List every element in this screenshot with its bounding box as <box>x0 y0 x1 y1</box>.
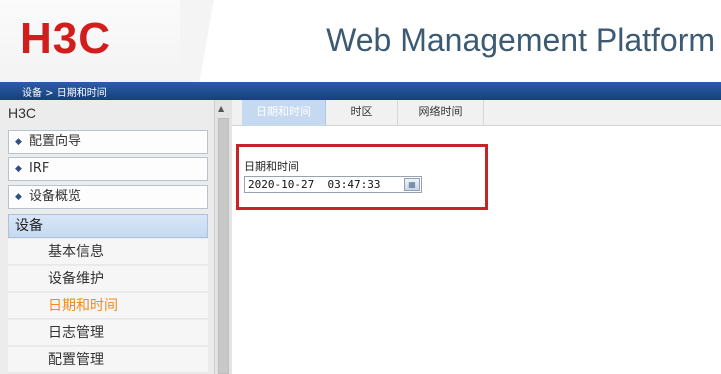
nav-group-device-overview[interactable]: ◆ 设备概览 <box>8 185 208 209</box>
sidebar-item-date-time[interactable]: 日期和时间 <box>8 293 208 319</box>
sidebar-item-config-management[interactable]: 配置管理 <box>8 347 208 373</box>
diamond-bullet-icon: ◆ <box>15 137 22 147</box>
nav-group-irf[interactable]: ◆ IRF <box>8 157 208 181</box>
sidebar-item-log-management[interactable]: 日志管理 <box>8 320 208 346</box>
breadcrumb-bar: 设备 > 日期和时间 <box>0 82 721 100</box>
sidebar-item-device-maintenance[interactable]: 设备维护 <box>8 266 208 292</box>
sidebar: H3C ◆ 配置向导 ◆ IRF ◆ 设备概览 设备 基本信息 设备维护 日期和时间 … <box>0 100 232 374</box>
diamond-bullet-icon: ◆ <box>15 192 22 202</box>
diamond-bullet-icon: ◆ <box>15 164 22 174</box>
calendar-icon[interactable]: ▦ <box>404 178 420 191</box>
tab-bar: 日期和时间 时区 网络时间 <box>232 100 721 126</box>
h3c-logo: H3C <box>20 14 112 63</box>
sidebar-scrollbar[interactable]: ▲ <box>214 100 232 374</box>
tab-network-time[interactable]: 网络时间 <box>398 100 484 126</box>
tab-timezone[interactable]: 时区 <box>326 100 398 126</box>
nav-group-label: 设备概览 <box>29 189 82 204</box>
sidebar-item-basic-info[interactable]: 基本信息 <box>8 239 208 265</box>
nav-group-config-wizard[interactable]: ◆ 配置向导 <box>8 130 208 154</box>
nav-section-device[interactable]: 设备 <box>8 214 208 238</box>
tab-date-time[interactable]: 日期和时间 <box>242 100 326 126</box>
nav-group-label: IRF <box>29 161 50 176</box>
app-header: H3C Web Management Platform <box>0 0 721 82</box>
scrollbar-thumb[interactable] <box>218 118 229 374</box>
main-content: 日期和时间 时区 网络时间 日期和时间 2020-10-27 03:47:33 … <box>232 100 721 374</box>
nav-group-label: 配置向导 <box>29 134 82 149</box>
platform-title: Web Management Platform <box>326 22 715 58</box>
datetime-label: 日期和时间 <box>244 160 299 173</box>
sidebar-root-title: H3C <box>8 105 37 121</box>
scroll-up-arrow-icon[interactable]: ▲ <box>218 104 224 113</box>
datetime-input[interactable]: 2020-10-27 03:47:33 <box>244 176 422 193</box>
breadcrumb: 设备 > 日期和时间 <box>22 88 107 99</box>
